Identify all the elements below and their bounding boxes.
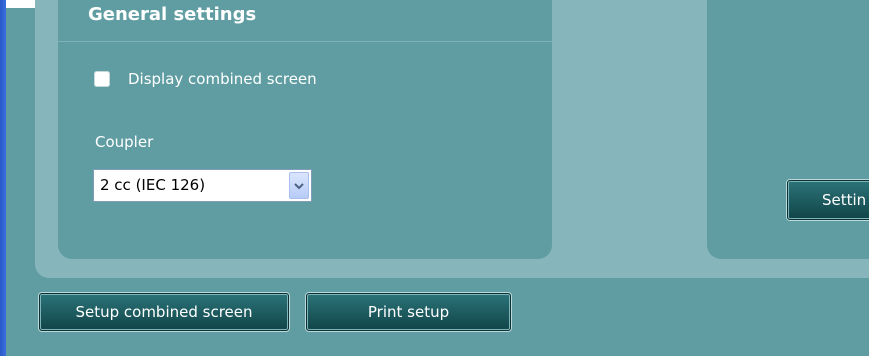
settings-button[interactable]: Settin [787, 180, 869, 220]
coupler-dropdown-button[interactable] [289, 172, 309, 199]
display-combined-screen-checkbox-row[interactable]: Display combined screen [94, 70, 317, 88]
general-settings-title: General settings [88, 4, 257, 25]
print-setup-button-label: Print setup [367, 303, 450, 321]
display-combined-screen-label[interactable]: Display combined screen [128, 70, 317, 88]
display-combined-screen-checkbox[interactable] [94, 71, 110, 87]
chevron-down-icon [294, 182, 304, 189]
title-divider [58, 41, 552, 42]
general-settings-panel [58, 0, 552, 259]
coupler-select[interactable]: 2 cc (IEC 126) [93, 169, 312, 202]
settings-button-label: Settin [822, 191, 867, 209]
coupler-selected-value[interactable]: 2 cc (IEC 126) [100, 176, 205, 194]
print-setup-button[interactable]: Print setup [306, 293, 511, 331]
secondary-settings-panel [707, 0, 869, 259]
coupler-label: Coupler [95, 133, 154, 151]
setup-combined-screen-button[interactable]: Setup combined screen [39, 293, 289, 331]
window-left-edge [0, 0, 6, 356]
setup-combined-screen-button-label: Setup combined screen [75, 303, 253, 321]
